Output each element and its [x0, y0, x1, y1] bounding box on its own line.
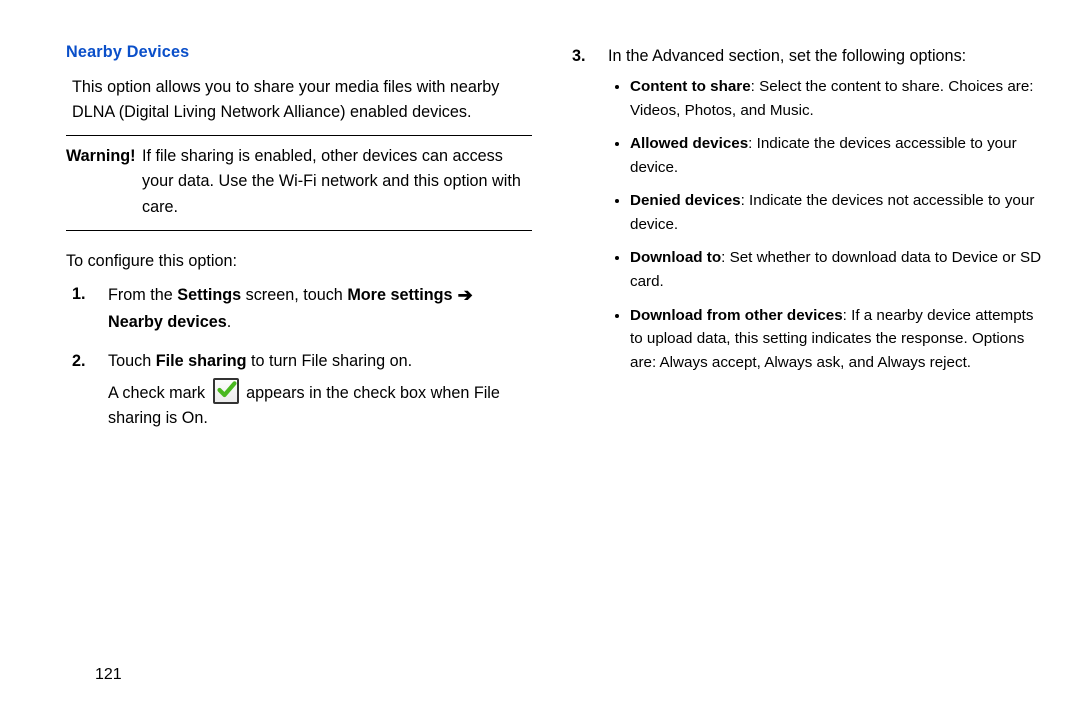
step1-more: More settings — [347, 286, 452, 304]
warning-label: Warning! — [66, 144, 142, 219]
arrow-icon: ➔ — [453, 285, 473, 305]
warning-body: If file sharing is enabled, other device… — [142, 144, 532, 219]
rule-bottom — [66, 230, 532, 231]
warning-block: Warning! If file sharing is enabled, oth… — [66, 144, 532, 219]
page-number: 121 — [95, 666, 122, 684]
step-3: In the Advanced section, set the followi… — [602, 44, 1044, 374]
steps-left: From the Settings screen, touch More set… — [80, 282, 532, 431]
step1-mid: screen, touch — [241, 286, 347, 304]
bullet-denied-devices: Denied devices: Indicate the devices not… — [630, 189, 1044, 236]
rule-top — [66, 135, 532, 136]
step-2: Touch File sharing to turn File sharing … — [102, 349, 532, 431]
step2-post: to turn File sharing on. — [247, 352, 413, 370]
left-column: Nearby Devices This option allows you to… — [66, 40, 566, 720]
step3-intro: In the Advanced section, set the followi… — [608, 47, 966, 65]
intro-text: This option allows you to share your med… — [72, 75, 532, 125]
step1-nearby: Nearby devices — [108, 313, 227, 331]
bullet-download-from: Download from other devices: If a nearby… — [630, 304, 1044, 375]
bullet-download-to: Download to: Set whether to download dat… — [630, 246, 1044, 293]
warning-rest: your data. Use the Wi-Fi network and thi… — [142, 172, 521, 215]
step2-fs: File sharing — [156, 352, 247, 370]
warning-line1: If file sharing is enabled, other device… — [142, 147, 503, 165]
step2b-pre: A check mark — [108, 384, 210, 402]
checkmark-icon — [213, 378, 239, 404]
bullet-content-to-share: Content to share: Select the content to … — [630, 75, 1044, 122]
step2-pre: Touch — [108, 352, 156, 370]
heading-nearby-devices: Nearby Devices — [66, 40, 532, 65]
configure-text: To configure this option: — [66, 249, 532, 274]
bullets: Content to share: Select the content to … — [608, 75, 1044, 374]
right-column: In the Advanced section, set the followi… — [566, 40, 1044, 720]
step1-end: . — [227, 313, 232, 331]
step1-pre: From the — [108, 286, 177, 304]
step1-settings: Settings — [177, 286, 241, 304]
step-1: From the Settings screen, touch More set… — [102, 282, 532, 335]
steps-right: In the Advanced section, set the followi… — [580, 44, 1044, 374]
page: Nearby Devices This option allows you to… — [0, 0, 1080, 720]
bullet-allowed-devices: Allowed devices: Indicate the devices ac… — [630, 132, 1044, 179]
